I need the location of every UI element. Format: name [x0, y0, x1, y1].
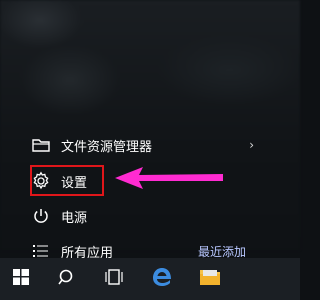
recently-added-link[interactable]: 最近添加 — [198, 243, 246, 260]
windows-start-icon — [13, 269, 29, 289]
taskbar-search-button[interactable] — [42, 258, 90, 300]
task-view-icon — [104, 268, 124, 290]
start-item-label: 文件资源管理器 — [61, 139, 153, 155]
annotation-highlight-box — [30, 165, 104, 196]
annotation-arrow — [115, 167, 223, 189]
taskbar-file-explorer-button[interactable] — [186, 258, 234, 300]
start-button[interactable] — [0, 258, 42, 300]
start-menu: 文件资源管理器 › 设置 电源 所有应用 最近添加 — [0, 0, 300, 261]
search-icon — [57, 268, 75, 290]
start-item-label: 电源 — [61, 210, 88, 226]
taskbar-edge-button[interactable] — [138, 258, 186, 300]
power-icon — [30, 205, 52, 227]
start-item-power[interactable]: 电源 — [30, 203, 270, 229]
folder-icon — [30, 134, 52, 156]
chevron-right-icon[interactable]: › — [249, 138, 254, 152]
edge-icon — [151, 266, 173, 292]
taskbar — [0, 258, 300, 300]
taskbar-task-view-button[interactable] — [90, 258, 138, 300]
start-item-file-explorer[interactable]: 文件资源管理器 › — [30, 132, 270, 158]
file-explorer-icon — [199, 267, 221, 291]
